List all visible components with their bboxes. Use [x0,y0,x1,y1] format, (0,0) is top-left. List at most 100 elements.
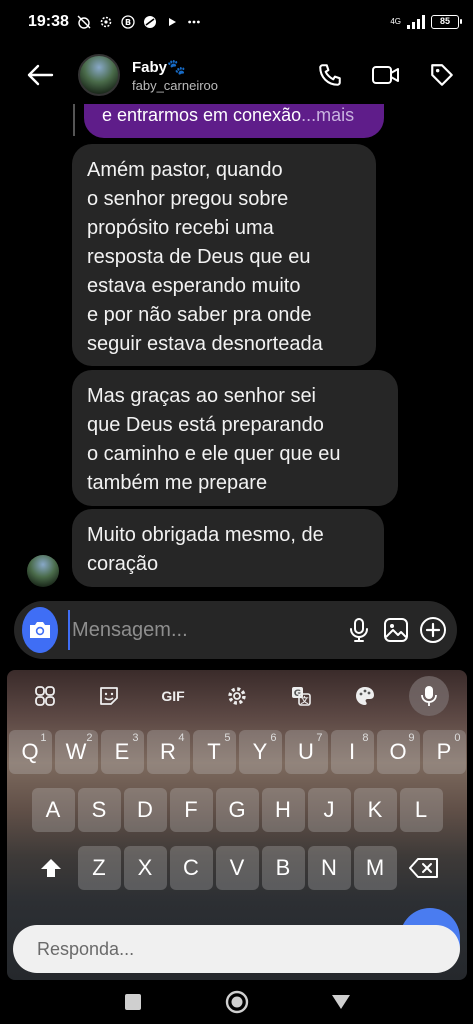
keyboard-settings-button[interactable] [217,676,257,716]
microphone-icon [421,686,437,706]
triangle-down-icon [331,995,350,1009]
key-e[interactable]: 3E [100,730,144,774]
key-t[interactable]: 5T [192,730,236,774]
status-bar: 19:38 B 4G 85 [0,0,473,44]
key-label: E [114,739,130,764]
theme-button[interactable] [345,676,385,716]
svg-text:文: 文 [301,695,310,705]
key-label: I [348,739,356,764]
key-v[interactable]: V [215,846,259,890]
key-d[interactable]: D [123,788,167,832]
keyboard-toolbar: GIF G文 [7,670,467,722]
alarm-off-icon [77,15,91,29]
tag-button[interactable] [425,58,459,92]
battery-icon: 85 [431,15,462,29]
status-right: 4G 85 [390,15,462,29]
key-j[interactable]: J [307,788,351,832]
contact-info[interactable]: Faby🐾 faby_carneiroo [132,58,218,93]
key-hint: 8 [362,732,369,744]
shift-icon [40,859,61,877]
video-call-button[interactable] [369,58,403,92]
camera-button[interactable] [22,607,59,653]
circle-icon [225,990,248,1014]
key-p[interactable]: 0P [422,730,466,774]
key-z[interactable]: Z [77,846,121,890]
translate-button[interactable]: G文 [281,676,321,716]
reply-more-link[interactable]: ...mais [301,105,354,125]
key-x[interactable]: X [123,846,167,890]
palette-icon [356,687,374,705]
key-label: O [389,739,407,764]
key-hint: 1 [40,732,47,744]
key-l[interactable]: L [399,788,443,832]
contact-username: faby_carneiroo [132,77,218,93]
more-dots-icon [187,15,201,29]
settings-icon [99,15,113,29]
reply-preview-text: e entrarmos em conexão [102,105,302,125]
key-hint: 3 [132,732,139,744]
message-composer [14,601,457,659]
key-o[interactable]: 9O [376,730,420,774]
translate-icon: G文 [292,687,311,706]
key-hint: 0 [454,732,461,744]
key-w[interactable]: 2W [54,730,98,774]
message-bubble[interactable]: Muito obrigada mesmo, de coração [72,509,384,587]
key-a[interactable]: A [31,788,75,832]
play-icon [165,15,179,29]
key-i[interactable]: 8I [330,730,374,774]
message-bubble[interactable]: Mas graças ao senhor sei que Deus está p… [72,370,398,506]
key-q[interactable]: 1Q [8,730,52,774]
gear-icon [228,687,246,705]
reply-thread-line [73,104,75,136]
status-left: 19:38 B [28,13,201,31]
call-button[interactable] [313,58,347,92]
recent-apps-button[interactable] [120,989,146,1015]
key-f[interactable]: F [169,788,213,832]
reply-preview-bubble[interactable]: e entrarmos em conexão...mais [84,104,384,138]
voice-input-button[interactable] [409,676,449,716]
key-g[interactable]: G [215,788,259,832]
arrow-left-icon [27,64,54,86]
back-nav-button[interactable] [328,989,354,1015]
key-y[interactable]: 6Y [238,730,282,774]
apps-grid-button[interactable] [25,676,65,716]
back-button[interactable] [24,59,56,91]
add-button[interactable] [418,610,449,650]
voice-message-button[interactable] [343,610,374,650]
key-m[interactable]: M [353,846,397,890]
message-input[interactable] [68,610,338,650]
key-b[interactable]: B [261,846,305,890]
key-label: W [65,739,87,764]
key-k[interactable]: K [353,788,397,832]
key-n[interactable]: N [307,846,351,890]
key-u[interactable]: 7U [284,730,328,774]
key-label: P [436,739,452,764]
app-circle-icon [143,15,157,29]
status-time: 19:38 [28,13,69,30]
backspace-icon [408,858,438,878]
key-row-1: 1Q 2W 3E 4R 5T 6Y 7U 8I 9O 0P [7,730,467,774]
avatar[interactable] [78,54,120,96]
key-hint: 5 [224,732,231,744]
key-s[interactable]: S [77,788,121,832]
camera-icon [30,622,51,638]
sticker-button[interactable] [89,676,129,716]
key-hint: 4 [178,732,185,744]
microphone-icon [349,618,368,642]
shift-key[interactable] [27,846,75,890]
b-circle-icon: B [121,15,135,29]
message-bubble[interactable]: Amém pastor, quando o senhor pregou sobr… [72,144,376,366]
key-c[interactable]: C [169,846,213,890]
gallery-button[interactable] [380,610,411,650]
key-r[interactable]: 4R [146,730,190,774]
reply-input[interactable] [37,938,460,960]
svg-text:B: B [125,18,131,27]
key-h[interactable]: H [261,788,305,832]
key-label: Y [252,739,268,764]
network-label: 4G [390,17,401,26]
gif-button[interactable]: GIF [153,676,193,716]
backspace-key[interactable] [400,846,448,890]
square-icon [124,994,141,1010]
key-hint: 9 [408,732,415,744]
home-button[interactable] [224,989,250,1015]
